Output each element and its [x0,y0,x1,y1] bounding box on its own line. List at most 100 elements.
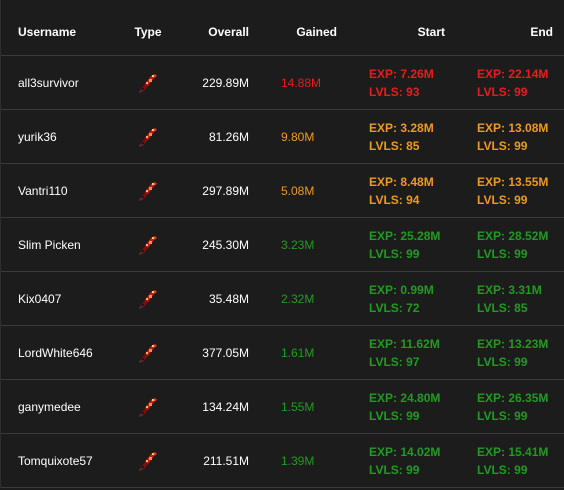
gained-xp-cell: 14.88M [281,75,322,90]
hardcore-ironman-icon [139,343,157,363]
overall-xp-cell: 377.05M [202,345,249,360]
username-cell[interactable]: Kix0407 [18,272,128,325]
column-header-type[interactable]: Type [128,0,168,55]
hardcore-ironman-icon [139,235,157,255]
gained-xp-cell: 3.23M [281,237,315,252]
overall-xp-cell: 134.24M [202,399,249,414]
username-cell[interactable]: ganymedee [18,380,128,433]
overall-xp-cell: 81.26M [208,129,249,144]
start-levels: LVLS: 97 [369,354,420,369]
username-cell[interactable]: Tomquixote57 [18,434,128,487]
end-exp: EXP: 13.23M [477,336,549,351]
end-cell: EXP: 26.35M LVLS: 99 [477,380,553,433]
overall-xp-cell: 245.30M [202,237,249,252]
start-cell: EXP: 3.28M LVLS: 85 [369,110,445,163]
end-cell: EXP: 3.31M LVLS: 85 [477,272,553,325]
hardcore-ironman-icon [139,73,157,93]
table-row: ganymedee 134.24M 1.55M EXP: 24.80M LVLS… [1,380,564,434]
start-exp: EXP: 11.62M [369,336,440,351]
end-cell: EXP: 22.14M LVLS: 99 [477,56,553,109]
start-exp: EXP: 24.80M [369,390,441,405]
start-levels: LVLS: 93 [369,84,420,99]
hiscores-table: Username Type Overall Gained Start End a… [0,0,564,488]
hardcore-ironman-icon [139,289,157,309]
username-cell[interactable]: LordWhite646 [18,326,128,379]
type-cell [128,56,168,109]
start-cell: EXP: 8.48M LVLS: 94 [369,164,445,217]
end-cell: EXP: 15.41M LVLS: 99 [477,434,553,487]
gained-xp-cell: 5.08M [281,183,315,198]
column-header-gained[interactable]: Gained [271,0,337,55]
column-header-overall[interactable]: Overall [171,0,249,55]
table-row: all3survivor 229.89M 14.88M EXP: 7.26M L… [1,56,564,110]
start-cell: EXP: 24.80M LVLS: 99 [369,380,445,433]
column-header-start[interactable]: Start [369,0,445,55]
gained-xp-cell: 1.55M [281,399,315,414]
start-exp: EXP: 25.28M [369,228,441,243]
end-exp: EXP: 15.41M [477,444,549,459]
overall-xp-cell: 229.89M [202,75,249,90]
start-exp: EXP: 3.28M [369,120,434,135]
end-cell: EXP: 13.55M LVLS: 99 [477,164,553,217]
start-cell: EXP: 7.26M LVLS: 93 [369,56,445,109]
username-cell[interactable]: Vantri110 [18,164,128,217]
table-header: Username Type Overall Gained Start End [1,0,564,56]
start-exp: EXP: 0.99M [369,282,434,297]
end-levels: LVLS: 99 [477,138,528,153]
end-levels: LVLS: 99 [477,246,528,261]
username-cell[interactable]: Slim Picken [18,218,128,271]
username-cell[interactable]: yurik36 [18,110,128,163]
type-cell [128,380,168,433]
type-cell [128,218,168,271]
overall-xp-cell: 35.48M [208,291,249,306]
overall-xp-cell: 211.51M [203,453,249,468]
end-exp: EXP: 13.55M [477,174,549,189]
start-exp: EXP: 14.02M [369,444,441,459]
start-exp: EXP: 7.26M [369,66,434,81]
end-cell: EXP: 28.52M LVLS: 99 [477,218,553,271]
start-cell: EXP: 25.28M LVLS: 99 [369,218,445,271]
type-cell [128,164,168,217]
column-header-end[interactable]: End [477,0,553,55]
gained-xp-cell: 1.61M [281,345,315,360]
end-exp: EXP: 22.14M [477,66,549,81]
column-header-username[interactable]: Username [18,0,128,55]
end-levels: LVLS: 99 [477,84,528,99]
start-levels: LVLS: 99 [369,462,420,477]
start-levels: LVLS: 72 [369,300,420,315]
hardcore-ironman-icon [139,397,157,417]
start-cell: EXP: 14.02M LVLS: 99 [369,434,445,487]
end-levels: LVLS: 99 [477,192,528,207]
gained-xp-cell: 2.32M [281,291,315,306]
start-exp: EXP: 8.48M [369,174,434,189]
gained-xp-cell: 9.80M [281,129,315,144]
start-cell: EXP: 0.99M LVLS: 72 [369,272,445,325]
start-levels: LVLS: 99 [369,246,420,261]
start-levels: LVLS: 94 [369,192,420,207]
overall-xp-cell: 297.89M [202,183,249,198]
hardcore-ironman-icon [139,127,157,147]
type-cell [128,272,168,325]
start-levels: LVLS: 99 [369,408,420,423]
table-row: Slim Picken 245.30M 3.23M EXP: 25.28M LV… [1,218,564,272]
start-cell: EXP: 11.62M LVLS: 97 [369,326,445,379]
type-cell [128,434,168,487]
end-exp: EXP: 3.31M [477,282,542,297]
username-cell[interactable]: all3survivor [18,56,128,109]
table-row: Kix0407 35.48M 2.32M EXP: 0.99M LVLS: 72… [1,272,564,326]
hardcore-ironman-icon [139,181,157,201]
table-row: LordWhite646 377.05M 1.61M EXP: 11.62M L… [1,326,564,380]
end-cell: EXP: 13.08M LVLS: 99 [477,110,553,163]
table-row: Tomquixote57 211.51M 1.39M EXP: 14.02M L… [1,434,564,488]
table-row: yurik36 81.26M 9.80M EXP: 3.28M LVLS: 85… [1,110,564,164]
end-exp: EXP: 13.08M [477,120,549,135]
table-row: Vantri110 297.89M 5.08M EXP: 8.48M LVLS:… [1,164,564,218]
table-body: all3survivor 229.89M 14.88M EXP: 7.26M L… [1,56,564,488]
end-exp: EXP: 28.52M [477,228,549,243]
start-levels: LVLS: 85 [369,138,420,153]
hardcore-ironman-icon [139,451,157,471]
end-levels: LVLS: 99 [477,408,528,423]
end-levels: LVLS: 85 [477,300,528,315]
end-levels: LVLS: 99 [477,354,528,369]
end-exp: EXP: 26.35M [477,390,549,405]
